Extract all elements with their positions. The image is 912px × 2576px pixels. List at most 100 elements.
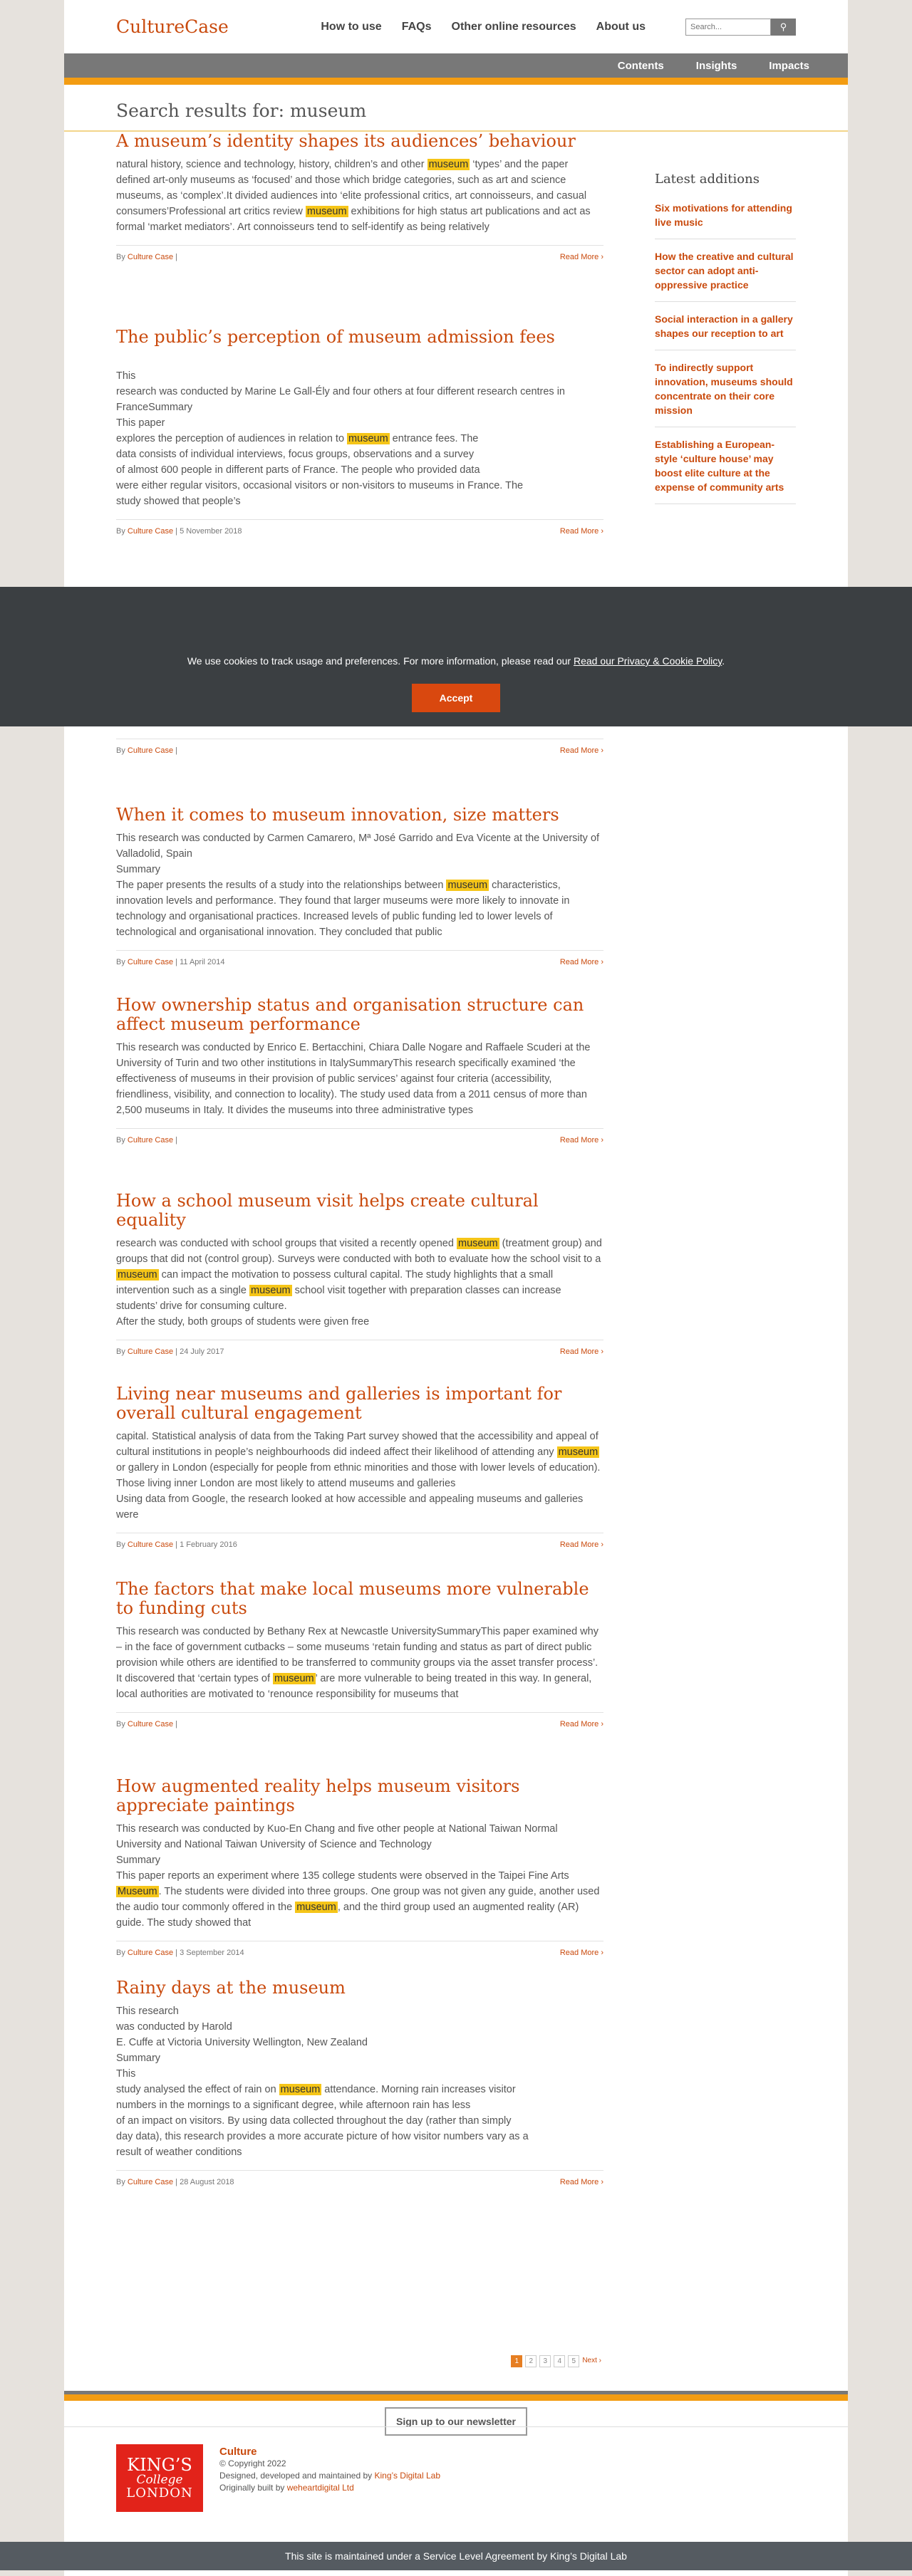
author-link[interactable]: Culture Case [128, 1949, 173, 1957]
result-meta: By Culture Case | Read More › [116, 1712, 603, 1728]
result-meta: By Culture Case | 5 November 2018 Read Mo… [116, 519, 603, 536]
search-term-highlight: museum [279, 2084, 322, 2095]
next-page-link[interactable]: Next › [582, 2355, 601, 2367]
result-excerpt: This research was conducted by Kuo-En Ch… [116, 1823, 600, 1929]
result-meta: By Culture Case | Read More › [116, 245, 603, 261]
result-date: 3 September 2014 [180, 1949, 244, 1957]
result-meta: By Culture Case | 3 September 2014 Read M… [116, 1941, 603, 1957]
page-link-2[interactable]: 2 [525, 2355, 537, 2367]
search-result: Rainy days at the museum This research wa… [116, 1978, 603, 2186]
privacy-policy-link[interactable]: Read our Privacy & Cookie Policy [574, 655, 722, 667]
nav-impacts[interactable]: Impacts [769, 60, 809, 72]
nav-contents[interactable]: Contents [618, 60, 664, 72]
result-meta: By Culture Case | 1 February 2016 Read Mo… [116, 1533, 603, 1549]
kings-digital-lab-link[interactable]: King’s Digital Lab [375, 2471, 441, 2481]
page-link-3[interactable]: 3 [539, 2355, 551, 2367]
sidebar-item-live-music[interactable]: Six motivations for attending live music [655, 201, 796, 239]
nav-other-online-resources[interactable]: Other online resources [452, 21, 576, 33]
author-link[interactable]: Culture Case [128, 2178, 173, 2186]
author-link[interactable]: Culture Case [128, 1720, 173, 1728]
page: CultureCase How to use FAQs Other online… [64, 0, 848, 2576]
read-more-link[interactable]: Read More › [560, 1540, 603, 1549]
result-title[interactable]: A museum’s identity shapes its audiences… [116, 132, 603, 151]
author-link[interactable]: Culture Case [128, 253, 173, 261]
sidebar-title: Latest additions [655, 172, 760, 187]
content-area: A museum’s identity shapes its audiences… [64, 132, 848, 2436]
result-title[interactable]: Living near museums and galleries is imp… [116, 1385, 603, 1423]
site-logo[interactable]: CultureCase [116, 16, 229, 37]
read-more-link[interactable]: Read More › [560, 527, 603, 536]
result-title[interactable]: When it comes to museum innovation, size… [116, 805, 603, 825]
search-result: The factors that make local museums more… [116, 1580, 603, 1728]
author-link[interactable]: Culture Case [128, 746, 173, 755]
search-result: How augmented reality helps museum visit… [116, 1777, 603, 1957]
read-more-link[interactable]: Read More › [560, 1949, 603, 1957]
search-term-highlight: museum [305, 206, 348, 217]
read-more-link[interactable]: Read More › [560, 958, 603, 966]
cookie-banner: We use cookies to track usage and prefer… [0, 587, 912, 726]
result-excerpt: natural history, science and technology,… [116, 159, 591, 233]
author-link[interactable]: Culture Case [128, 1136, 173, 1144]
result-title[interactable]: Rainy days at the museum [116, 1978, 603, 1998]
sidebar-item-social-interaction[interactable]: Social interaction in a gallery shapes o… [655, 312, 796, 350]
read-more-link[interactable]: Read More › [560, 1136, 603, 1144]
accent-bar [64, 78, 848, 85]
weheartdigital-link[interactable]: weheartdigital Ltd [287, 2483, 354, 2493]
nav-faqs[interactable]: FAQs [402, 21, 432, 33]
search-button[interactable]: ⚲ [771, 18, 796, 36]
author-link[interactable]: Culture Case [128, 958, 173, 966]
sidebar-item-innovation[interactable]: To indirectly support innovation, museum… [655, 360, 796, 427]
search-input[interactable] [685, 18, 771, 36]
search-term-highlight: museum [556, 1446, 600, 1458]
result-title[interactable]: The public’s perception of museum admiss… [116, 328, 603, 347]
result-title[interactable]: The factors that make local museums more… [116, 1580, 603, 1618]
search-term-highlight: museum [249, 1285, 292, 1296]
sidebar: Latest additions Six motivations for att… [655, 132, 796, 2426]
result-title[interactable]: How augmented reality helps museum visit… [116, 1777, 603, 1815]
author-link[interactable]: Culture Case [128, 1540, 173, 1549]
secondary-navigation: Contents Insights Impacts [64, 53, 848, 78]
search-results-header: Search results for: museum [64, 85, 848, 132]
result-date: 24 July 2017 [180, 1347, 224, 1356]
result-meta: By Culture Case | Read More › [116, 1128, 603, 1144]
result-meta: By Culture Case | 11 April 2014 Read More… [116, 950, 603, 966]
search-result: How ownership status and organisation st… [116, 996, 603, 1144]
page-link-4[interactable]: 4 [554, 2355, 566, 2367]
result-meta: By Culture Case | 28 August 2018 Read Mor… [116, 2170, 603, 2186]
search-result: How a school museum visit helps create c… [116, 1191, 603, 1356]
kcl-logo[interactable]: KING’S College LONDON [116, 2444, 203, 2512]
result-excerpt: This research was conducted by Bethany R… [116, 1626, 598, 1700]
page-link-5[interactable]: 5 [568, 2355, 580, 2367]
read-more-link[interactable]: Read More › [560, 1347, 603, 1356]
read-more-link[interactable]: Read More › [560, 1720, 603, 1728]
read-more-link[interactable]: Read More › [560, 2178, 603, 2186]
result-title[interactable]: How ownership status and organisation st… [116, 996, 603, 1034]
result-title[interactable]: How a school museum visit helps create c… [116, 1191, 603, 1230]
site-header: CultureCase How to use FAQs Other online… [64, 0, 848, 53]
search-result: A museum’s identity shapes its audiences… [116, 132, 603, 261]
search-form: ⚲ [685, 18, 796, 36]
result-excerpt: This research was conducted by Marine Le… [116, 370, 565, 507]
author-link[interactable]: Culture Case [128, 1347, 173, 1356]
nav-about-us[interactable]: About us [596, 21, 646, 33]
nav-how-to-use[interactable]: How to use [321, 21, 381, 33]
result-excerpt: capital. Statistical analysis of data fr… [116, 1431, 601, 1521]
result-date: 1 February 2016 [180, 1540, 237, 1549]
page-link-1[interactable]: 1 [511, 2355, 523, 2367]
author-link[interactable]: Culture Case [128, 527, 173, 536]
read-more-link[interactable]: Read More › [560, 746, 603, 755]
footer-divider [64, 2426, 848, 2427]
sidebar-item-culture-house[interactable]: Establishing a European-style ‘culture h… [655, 437, 796, 504]
sidebar-item-anti-oppressive[interactable]: How the creative and cultural sector can… [655, 249, 796, 302]
search-icon: ⚲ [779, 21, 787, 32]
copyright: © Copyright 2022 [219, 2458, 286, 2468]
search-term-highlight: museum [116, 1269, 159, 1281]
read-more-link[interactable]: Read More › [560, 253, 603, 261]
search-results-list: A museum’s identity shapes its audiences… [116, 132, 603, 2426]
cookie-accept-button[interactable]: Accept [412, 684, 500, 712]
search-term-highlight: museum [273, 1673, 316, 1684]
nav-insights[interactable]: Insights [696, 60, 737, 72]
result-meta: By Culture Case | 24 July 2017 Read More … [116, 1340, 603, 1356]
footer-title: Culture [219, 2446, 257, 2458]
search-result: The public’s perception of museum admiss… [116, 328, 603, 536]
